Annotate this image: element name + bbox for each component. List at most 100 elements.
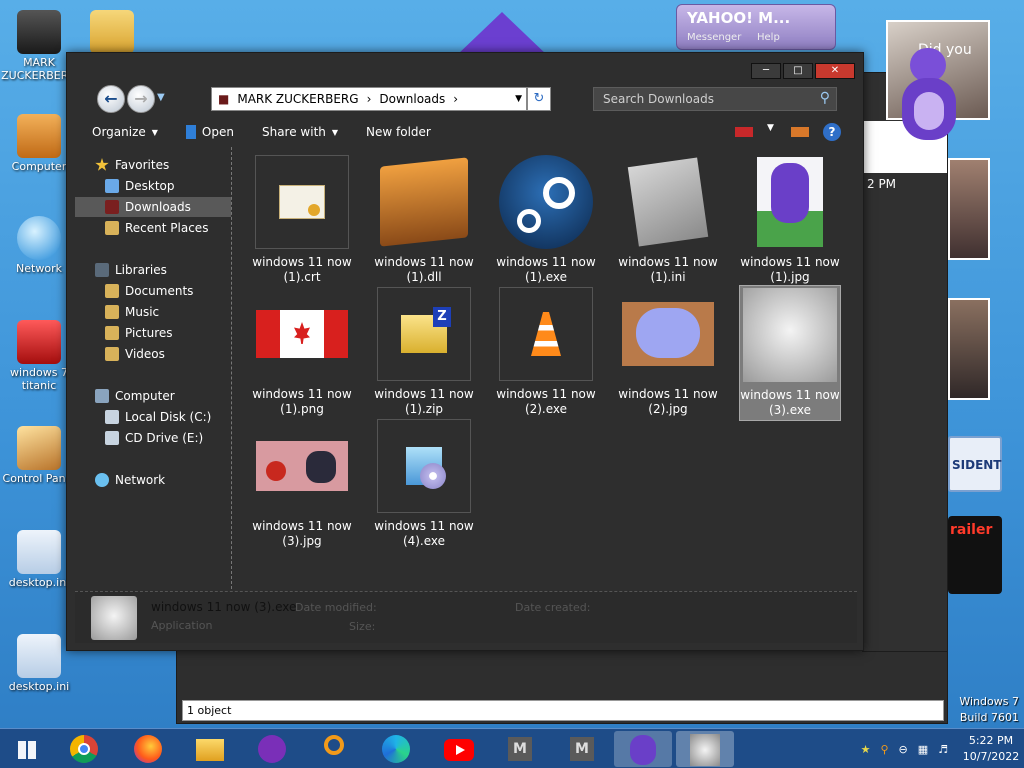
chevron-down-icon: ▼ <box>331 127 339 137</box>
nav-desktop[interactable]: Desktop <box>75 176 231 196</box>
nav-music[interactable]: Music <box>75 302 231 322</box>
face-photo-card-2[interactable] <box>948 158 990 260</box>
pictures-icon <box>105 326 119 340</box>
help-icon[interactable]: ? <box>823 123 841 141</box>
yahoo-messenger-window[interactable]: YAHOO! M... Messenger Help <box>676 4 836 50</box>
file-item-exe-3-selected[interactable]: windows 11 now (3).exe <box>739 285 841 421</box>
chevron-down-icon[interactable]: ▼ <box>767 123 777 141</box>
clock[interactable]: 5:22 PM 10/7/2022 <box>962 733 1020 765</box>
file-item-ini[interactable]: windows 11 now (1).ini <box>617 155 719 285</box>
taskbar-yahoo-messenger[interactable] <box>254 731 290 767</box>
tray-bonzi-icon[interactable]: ★ <box>861 743 871 756</box>
pane-splitter[interactable] <box>231 147 232 589</box>
nav-videos[interactable]: Videos <box>75 344 231 364</box>
refresh-button[interactable]: ↻ <box>527 87 551 111</box>
taskbar-edge[interactable] <box>378 731 414 767</box>
maximize-button[interactable]: □ <box>783 63 813 79</box>
details-file-name: windows 11 now (3).exe <box>151 600 297 614</box>
desktop-icon-second-folder[interactable] <box>72 10 152 56</box>
file-name-line1: windows 11 now <box>252 519 352 533</box>
trailer-card[interactable]: railer <box>948 516 1002 594</box>
nav-libraries[interactable]: Libraries <box>75 260 231 280</box>
settings-file-icon <box>621 155 715 249</box>
breadcrumb-separator-icon: › <box>366 92 372 106</box>
nav-label: Network <box>115 473 166 487</box>
taskbar-cat-app[interactable] <box>676 731 734 767</box>
share-with-button[interactable]: Share with ▼ <box>262 125 338 139</box>
details-file-type: Application <box>151 619 213 632</box>
tray-minus-icon[interactable]: ⊖ <box>899 743 908 756</box>
purple-shape <box>456 12 548 56</box>
nav-downloads[interactable]: Downloads <box>75 197 231 217</box>
file-item-dll[interactable]: windows 11 now (1).dll <box>373 155 475 285</box>
caption-buttons: ─ □ ✕ <box>751 63 855 79</box>
president-banner[interactable]: SIDENT <box>948 436 1002 492</box>
nav-favorites[interactable]: Favorites <box>75 155 231 175</box>
search-magnifier-icon <box>324 735 344 755</box>
canada-flag-image-icon <box>255 287 349 381</box>
explorer-window[interactable]: ─ □ ✕ ← → ▼ ■ MARK ZUCKERBERG › Download… <box>66 52 864 651</box>
nav-local-disk[interactable]: Local Disk (C:) <box>75 407 231 427</box>
address-dropdown-icon[interactable]: ▼ <box>515 94 522 104</box>
file-item-jpg-3[interactable]: windows 11 now (3).jpg <box>251 419 353 549</box>
network-status-icon[interactable]: ▦ <box>918 743 928 756</box>
file-item-exe-2[interactable]: windows 11 now (2).exe <box>495 287 597 417</box>
file-item-crt[interactable]: windows 11 now (1).crt <box>251 155 353 285</box>
nav-network[interactable]: Network <box>75 470 231 490</box>
steam-icon <box>499 155 593 249</box>
search-input[interactable]: Search Downloads ⚲ <box>593 87 837 111</box>
minimize-button[interactable]: ─ <box>751 63 781 79</box>
face-photo-card-3[interactable] <box>948 298 990 400</box>
breadcrumb-downloads[interactable]: Downloads <box>379 92 445 106</box>
cartoon-image-icon <box>255 419 349 513</box>
tray-search-icon[interactable]: ⚲ <box>880 743 888 756</box>
file-item-exe-1[interactable]: windows 11 now (1).exe <box>495 155 597 285</box>
volume-icon[interactable]: ♬ <box>938 743 948 756</box>
open-label: Open <box>201 125 234 139</box>
close-button[interactable]: ✕ <box>815 63 855 79</box>
taskbar-bonzi-buddy[interactable] <box>614 731 672 767</box>
command-bar: Organize ▼ Open Share with ▼ New folder ▼ … <box>75 117 857 147</box>
open-button[interactable]: Open <box>185 125 234 139</box>
organize-button[interactable]: Organize ▼ <box>92 125 158 139</box>
taskbar-search[interactable] <box>316 731 352 767</box>
nav-cd-drive[interactable]: CD Drive (E:) <box>75 428 231 448</box>
nav-recent-places[interactable]: Recent Places <box>75 218 231 238</box>
folder-icon <box>90 10 134 54</box>
nav-documents[interactable]: Documents <box>75 281 231 301</box>
preview-pane-icon[interactable] <box>791 127 809 137</box>
forward-button[interactable]: → <box>127 85 155 113</box>
change-view-icon[interactable] <box>735 127 753 137</box>
taskbar-m-app-2[interactable]: M <box>564 731 600 767</box>
cartoon-image-icon <box>621 287 715 381</box>
search-placeholder: Search Downloads <box>603 92 714 106</box>
history-dropdown-icon[interactable]: ▼ <box>157 92 165 103</box>
nav-label: Libraries <box>115 263 167 277</box>
taskbar-youtube[interactable] <box>440 731 476 767</box>
file-item-jpg-2[interactable]: windows 11 now (2).jpg <box>617 287 719 417</box>
bonzi-buddy-character[interactable] <box>896 48 962 152</box>
taskbar-chrome[interactable] <box>66 731 102 767</box>
new-folder-button[interactable]: New folder <box>366 125 431 139</box>
breadcrumb-user[interactable]: MARK ZUCKERBERG <box>237 92 358 106</box>
taskbar-explorer[interactable] <box>192 731 228 767</box>
file-item-zip[interactable]: Z windows 11 now (1).zip <box>373 287 475 417</box>
details-pane: windows 11 now (3).exe Application Date … <box>75 591 857 643</box>
search-icon[interactable]: ⚲ <box>820 90 830 106</box>
address-bar[interactable]: ■ MARK ZUCKERBERG › Downloads › ▼ <box>211 87 527 111</box>
user-folder-icon <box>17 10 61 54</box>
file-item-png[interactable]: windows 11 now (1).png <box>251 287 353 417</box>
file-item-jpg-1[interactable]: windows 11 now (1).jpg <box>739 155 841 285</box>
right-background-window[interactable]: 2 PM <box>862 72 948 652</box>
vlc-cone-icon <box>499 287 593 381</box>
nav-pictures[interactable]: Pictures <box>75 323 231 343</box>
taskbar-m-app-1[interactable]: M <box>502 731 538 767</box>
nav-computer[interactable]: Computer <box>75 386 231 406</box>
taskbar-firefox[interactable] <box>130 731 166 767</box>
file-name-line1: windows 11 now <box>252 255 352 269</box>
new-folder-label: New folder <box>366 125 431 139</box>
back-button[interactable]: ← <box>97 85 125 113</box>
start-button[interactable] <box>8 731 44 767</box>
file-item-exe-4[interactable]: windows 11 now (4).exe <box>373 419 475 549</box>
youtube-icon <box>444 739 474 761</box>
